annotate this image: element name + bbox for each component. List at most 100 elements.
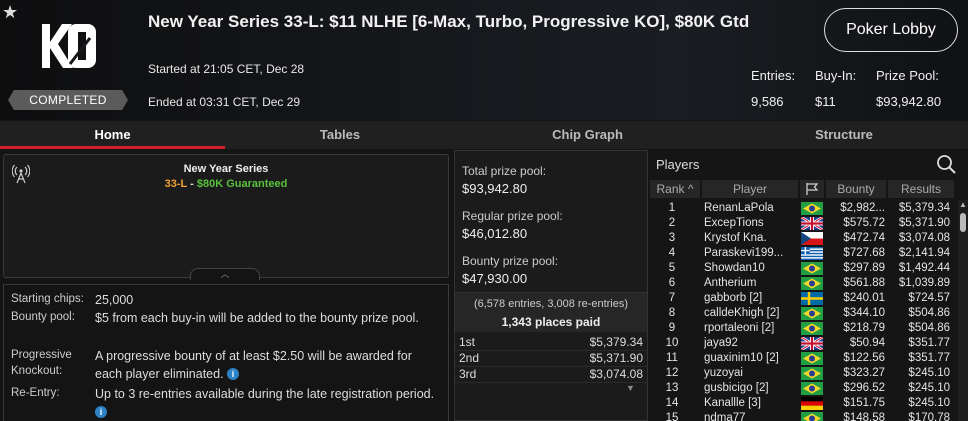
payout-place: 2nd [459, 351, 480, 365]
info-label: Progressive Knockout: [11, 349, 72, 377]
payout-scroll-down-icon[interactable]: ▼ [626, 383, 635, 393]
star-icon[interactable]: ★ [2, 2, 18, 23]
brazil-flag-icon [801, 277, 823, 290]
player-row[interactable]: 1 RenanLaPola $2,982... $5,379.34 [648, 201, 958, 216]
player-rank: 10 [665, 337, 679, 349]
player-rank: 8 [668, 307, 676, 319]
player-bounty: $50.94 [849, 337, 885, 349]
player-name: Krystof Kna. [704, 232, 767, 244]
buyin-value: $11 [815, 94, 836, 109]
player-name: Paraskevi199... [704, 247, 784, 259]
brazil-flag-icon [801, 412, 823, 421]
regular-prize-label: Regular prize pool: [462, 209, 563, 223]
payout-row: 2nd $5,371.90 [455, 351, 647, 367]
player-result: $351.77 [908, 352, 950, 364]
brazil-flag-icon [801, 202, 823, 215]
player-name: rportaleoni [2] [704, 322, 775, 334]
greece-flag-icon [801, 247, 823, 260]
player-name: ndma77 [704, 412, 746, 421]
player-result: $2,141.94 [898, 247, 950, 259]
scroll-thumb[interactable] [960, 213, 966, 232]
payout-row: 3rd $3,074.08 [455, 367, 647, 383]
player-row[interactable]: 8 calldeKhigh [2] $344.10 $504.86 [648, 306, 958, 321]
ko-logo [42, 24, 96, 68]
player-rank: 3 [668, 232, 676, 244]
player-row[interactable]: 14 Kanallle [3] $151.75 $245.10 [648, 396, 958, 411]
search-icon[interactable] [936, 154, 956, 174]
player-name: RenanLaPola [704, 202, 774, 214]
column-results[interactable]: Results [888, 180, 954, 198]
sweden-flag-icon [801, 292, 823, 305]
collapse-toggle[interactable]: ︿ [190, 268, 260, 280]
player-bounty: $240.01 [843, 292, 885, 304]
player-bounty: $727.68 [843, 247, 885, 259]
player-row[interactable]: 6 Antherium $561.88 $1,039.89 [648, 276, 958, 291]
bounty-prize-value: $47,930.00 [462, 271, 528, 286]
player-row[interactable]: 5 Showdan10 $297.89 $1,492.44 [648, 261, 958, 276]
player-rank: 5 [668, 262, 676, 274]
player-row[interactable]: 9 rportaleoni [2] $218.79 $504.86 [648, 321, 958, 336]
player-name: yuzoyai [704, 367, 743, 379]
info-icon[interactable]: i [95, 406, 107, 418]
player-row[interactable]: 4 Paraskevi199... $727.68 $2,141.94 [648, 246, 958, 261]
player-bounty: $2,982... [840, 202, 885, 214]
info-label: Re-Entry: [11, 387, 60, 399]
column-bounty[interactable]: Bounty [826, 180, 886, 198]
brazil-flag-icon [801, 322, 823, 335]
tab-structure[interactable]: Structure [720, 121, 968, 149]
column-player[interactable]: Player [702, 180, 798, 198]
player-result: $1,039.89 [898, 277, 950, 289]
series-name: New Year Series [183, 163, 269, 175]
poker-lobby-button[interactable]: Poker Lobby [824, 8, 958, 52]
tournament-title: New Year Series 33-L: $11 NLHE [6-Max, T… [148, 12, 750, 31]
player-row[interactable]: 2 ExcepTions $575.72 $5,371.90 [648, 216, 958, 231]
player-rank: 9 [668, 322, 676, 334]
info-value: $5 from each buy-in will be added to the… [95, 311, 419, 325]
info-icon[interactable]: i [227, 368, 240, 380]
player-result: $3,074.08 [898, 232, 950, 244]
payout-place: 1st [459, 335, 476, 349]
player-result: $245.10 [908, 367, 950, 379]
player-rank: 13 [665, 382, 679, 394]
total-prize-label: Total prize pool: [462, 164, 547, 178]
players-scrollbar[interactable]: ▲ [958, 200, 968, 421]
status-badge: COMPLETED [8, 90, 128, 110]
tab-home[interactable]: Home [0, 121, 225, 149]
scroll-up-icon[interactable]: ▲ [958, 200, 968, 209]
buyin-label: Buy-In: [815, 68, 857, 83]
player-bounty: $323.27 [843, 367, 885, 379]
info-text: Up to 3 re-entries available during the … [95, 387, 435, 401]
total-prize-value: $93,942.80 [462, 181, 528, 196]
player-row[interactable]: 3 Krystof Kna. $472.74 $3,074.08 [648, 231, 958, 246]
player-row[interactable]: 7 gabborb [2] $240.01 $724.57 [648, 291, 958, 306]
places-paid: 1,343 places paid [501, 315, 601, 329]
player-row[interactable]: 10 jaya92 $50.94 $351.77 [648, 336, 958, 351]
player-row[interactable]: 12 yuzoyai $323.27 $245.10 [648, 366, 958, 381]
payout-place: 3rd [459, 367, 477, 381]
column-rank[interactable]: Rank ^ [650, 180, 700, 198]
column-flag[interactable] [800, 180, 824, 198]
brazil-flag-icon [801, 307, 823, 320]
entries-note: (6,578 entries, 3,008 re-entries) [473, 298, 629, 310]
flag-icon [806, 183, 819, 195]
player-name: gabborb [2] [704, 292, 763, 304]
player-result: $1,492.44 [898, 262, 950, 274]
tab-tables[interactable]: Tables [225, 121, 455, 149]
player-row[interactable]: 15 ndma77 $148.58 $170.78 [648, 411, 958, 421]
player-name: ExcepTions [704, 217, 764, 229]
series-code: 33-L [164, 178, 188, 190]
player-rank: 14 [665, 397, 679, 409]
player-bounty: $151.75 [843, 397, 885, 409]
player-bounty: $297.89 [843, 262, 885, 274]
player-row[interactable]: 11 guaxinim10 [2] $122.56 $351.77 [648, 351, 958, 366]
brazil-flag-icon [801, 352, 823, 365]
germany-flag-icon [801, 397, 823, 410]
players-title: Players [656, 157, 700, 172]
series-separator: - [187, 178, 197, 190]
entries-label: Entries: [751, 68, 796, 83]
tab-chip-graph[interactable]: Chip Graph [455, 121, 720, 149]
player-row[interactable]: 13 gusbicigo [2] $296.52 $245.10 [648, 381, 958, 396]
player-result: $170.78 [908, 412, 950, 421]
info-label: Bounty pool: [11, 311, 75, 323]
player-rank: 15 [665, 412, 679, 421]
